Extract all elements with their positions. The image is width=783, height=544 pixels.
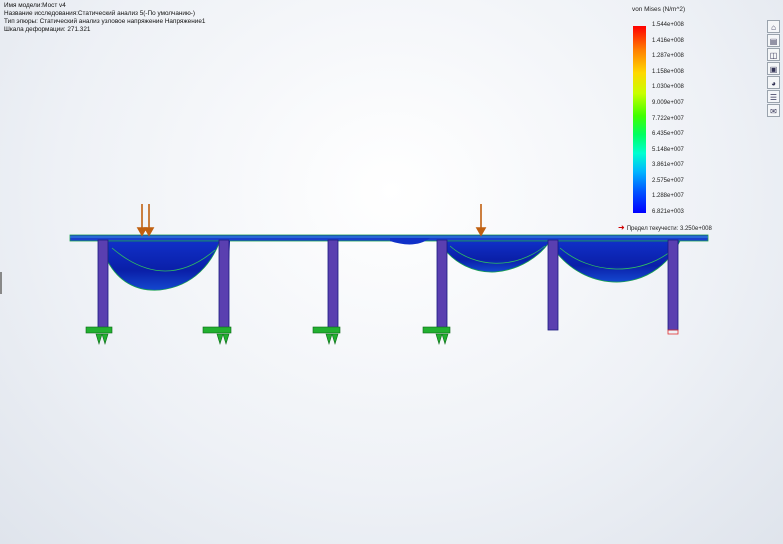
sag-panel-3 [444,240,551,273]
sag-panel-1 [107,240,221,291]
bridge-model [69,204,709,346]
fixtures [85,326,451,346]
fixture-4 [422,326,451,346]
fixture-1 [85,326,113,346]
column-1 [97,239,109,331]
column-6-base [667,329,679,335]
fixture-3 [312,326,341,346]
deck-highlight [70,236,708,238]
column-5 [547,239,559,331]
column-2 [218,239,230,331]
column-4 [436,239,448,331]
column-6 [667,239,679,331]
sag-panel-4 [555,240,681,283]
fixture-2 [202,326,232,346]
load-arrows [136,204,487,237]
column-3 [327,239,339,331]
sag-panel-2 [390,238,430,245]
